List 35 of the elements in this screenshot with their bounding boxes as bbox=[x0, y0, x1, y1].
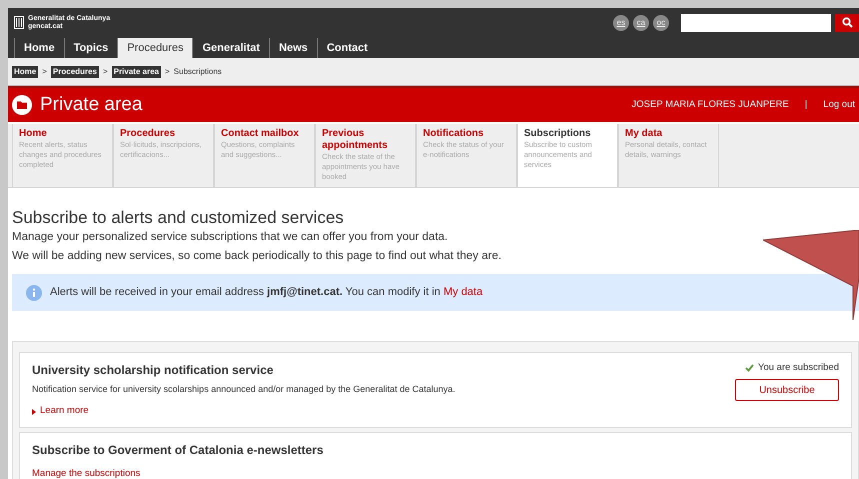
breadcrumb-link[interactable]: Private area bbox=[112, 66, 161, 78]
service-title: Subscribe to Goverment of Catalonia e-newsletters bbox=[32, 442, 324, 459]
user-name: JOSEP MARIA FLORES JUANPERE bbox=[632, 98, 789, 112]
intro-text: Manage your personalized service subscriptions that we can offer you from your data. bbox=[12, 230, 449, 246]
check-icon bbox=[745, 364, 754, 372]
breadcrumb-separator: > bbox=[42, 66, 47, 78]
logout-link[interactable]: Log out bbox=[823, 98, 855, 112]
search-button[interactable] bbox=[835, 14, 859, 32]
my-data-link[interactable]: My data bbox=[443, 286, 483, 298]
search-field[interactable] bbox=[681, 14, 831, 32]
service-link[interactable]: Learn more bbox=[32, 404, 456, 419]
nav-tab[interactable]: Procedures bbox=[117, 38, 192, 58]
intro-text: We will be adding new services, so come back periodically to this page to find out what they are. bbox=[12, 249, 502, 264]
language-button[interactable]: oc bbox=[653, 14, 669, 30]
folder-icon bbox=[12, 95, 32, 115]
search-icon bbox=[842, 17, 852, 28]
breadcrumb-separator: > bbox=[164, 66, 170, 78]
subscription-status: You are subscribed bbox=[758, 360, 839, 375]
emblem-icon bbox=[14, 16, 24, 29]
unsubscribe-button[interactable]: Unsubscribe bbox=[735, 379, 839, 402]
info-icon bbox=[26, 284, 42, 301]
service-title: University scholarship notification service bbox=[32, 362, 274, 379]
service-link[interactable]: Manage the subscriptions bbox=[32, 466, 324, 479]
breadcrumb-link[interactable]: Procedures bbox=[50, 66, 99, 78]
breadcrumb-separator: > bbox=[102, 66, 108, 78]
breadcrumb-current: Subscriptions bbox=[174, 66, 222, 78]
breadcrumb-link[interactable]: Home bbox=[12, 66, 38, 78]
section-heading: Subscribe to alerts and customized services bbox=[12, 208, 345, 228]
language-button[interactable]: es bbox=[613, 14, 629, 30]
page-title: Private area bbox=[40, 92, 142, 117]
alert-text: Alerts will be received in your email address jmfj@tinet.cat. You can modify it in My data bbox=[50, 285, 483, 300]
service-description: Notification service for university scolarships announced and/or managed by the Generalitat de Catalunya. bbox=[32, 382, 456, 396]
separator-text: | bbox=[804, 98, 808, 112]
caret-icon bbox=[32, 408, 36, 415]
language-button[interactable]: ca bbox=[633, 14, 649, 30]
